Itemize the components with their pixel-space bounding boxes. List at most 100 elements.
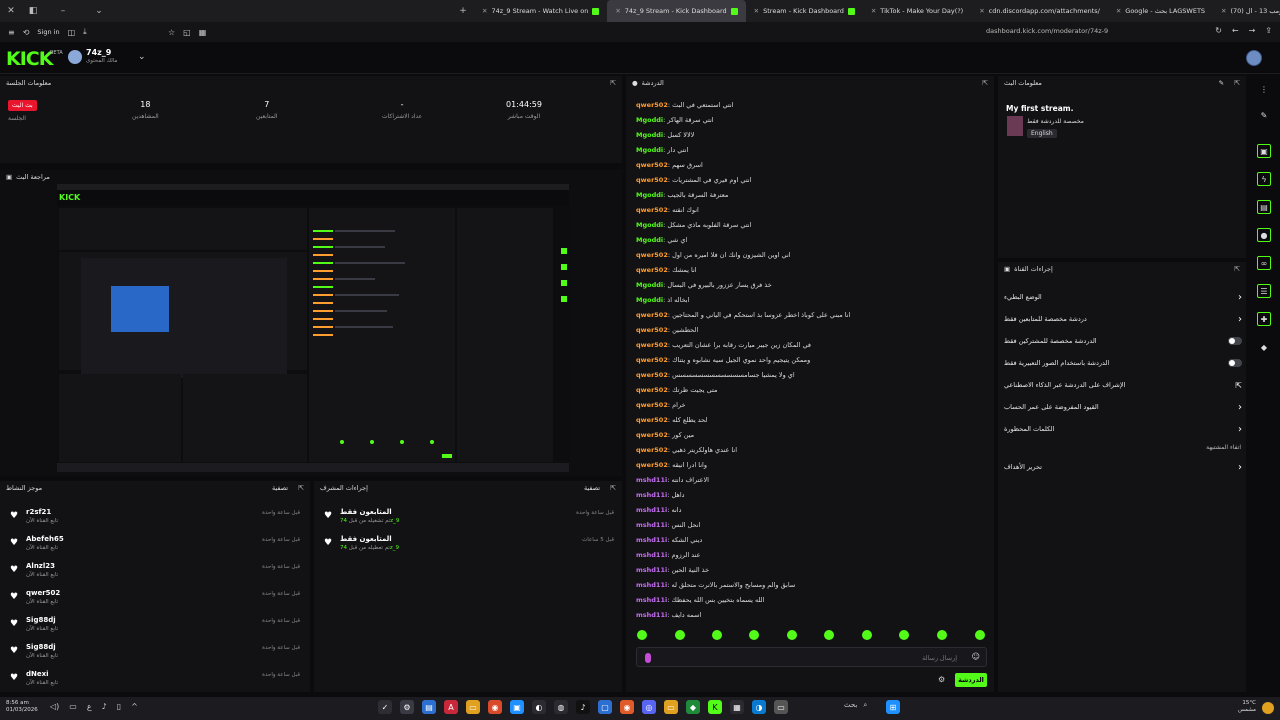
channel-switch-chevron-icon[interactable]: ⌄ (138, 52, 146, 62)
network-icon[interactable]: ▭ (69, 702, 77, 711)
app-icon[interactable]: A (444, 700, 458, 714)
chat-username[interactable]: Mgoddi (636, 221, 663, 229)
edge-app-icon[interactable]: ◑ (752, 700, 766, 714)
app-icon[interactable]: ▢ (598, 700, 612, 714)
app-icon[interactable]: ▣ (510, 700, 524, 714)
settings-app-icon[interactable]: ⚙ (400, 700, 414, 714)
emote-icon[interactable] (824, 630, 834, 640)
chat-username[interactable]: qwer502 (636, 326, 668, 334)
folder-app-icon[interactable]: ▭ (466, 700, 480, 714)
chat-username[interactable]: Mgoddi (636, 281, 663, 289)
chat-username[interactable]: mshd11i (636, 596, 667, 604)
app-icon[interactable]: ✓ (378, 700, 392, 714)
filter-button[interactable]: تصفية (272, 484, 288, 492)
chat-username[interactable]: qwer502 (636, 176, 668, 184)
close-icon[interactable]: ✕ (979, 7, 984, 15)
mic-icon[interactable]: ♪ (102, 702, 107, 711)
document-icon[interactable]: ▤ (1257, 200, 1271, 214)
filter-button[interactable]: تصفية (584, 484, 600, 492)
chat-username[interactable]: mshd11i (636, 476, 667, 484)
account-age-row[interactable]: القيود المفروضة على عمر الحساب › (1004, 396, 1242, 418)
chat-username[interactable]: mshd11i (636, 521, 667, 529)
popout-icon[interactable]: ⇱ (1234, 265, 1240, 273)
back-arrow-icon[interactable]: ← (1232, 26, 1239, 35)
forward-arrow-icon[interactable]: → (1249, 26, 1256, 35)
app-icon[interactable]: ◉ (488, 700, 502, 714)
emote-icon[interactable] (787, 630, 797, 640)
url-field[interactable]: dashboard.kick.com/moderator/74z-9 (986, 27, 1108, 35)
discord-app-icon[interactable]: ◎ (642, 700, 656, 714)
chat-username[interactable]: qwer502 (636, 401, 668, 409)
chat-username[interactable]: mshd11i (636, 491, 667, 499)
more-menu-icon[interactable]: ⋮ (1257, 82, 1271, 96)
chat-username[interactable]: qwer502 (636, 431, 668, 439)
chat-username[interactable]: qwer502 (636, 251, 668, 259)
wrench-icon[interactable]: ✚ (1257, 312, 1271, 326)
popout-icon[interactable]: ⇱ (610, 79, 616, 87)
app-icon[interactable]: ◍ (554, 700, 568, 714)
popout-icon[interactable]: ⇱ (1234, 79, 1240, 87)
close-icon[interactable]: ✕ (615, 7, 620, 15)
lightning-icon[interactable]: ϟ (1257, 172, 1271, 186)
banned-words-row[interactable]: الكلمات المحظورة › (1004, 418, 1242, 440)
close-icon[interactable]: ✕ (1221, 7, 1226, 15)
weather-widget[interactable]: 15°C مشمس (1238, 700, 1256, 714)
chat-username[interactable]: Mgoddi (636, 146, 663, 154)
emotes-only-toggle[interactable] (1228, 359, 1242, 367)
chat-send-button[interactable]: الدردشة (955, 673, 987, 687)
window-menu-icon[interactable]: ✕ (0, 0, 22, 22)
list-icon[interactable]: ☰ (1257, 284, 1271, 298)
add-widget-icon[interactable]: ◆ (1257, 340, 1271, 354)
camera-icon[interactable]: ▣ (1257, 144, 1271, 158)
chat-username[interactable]: Mgoddi (636, 191, 663, 199)
chat-username[interactable]: qwer502 (636, 386, 668, 394)
chat-username[interactable]: Mgoddi (636, 236, 663, 244)
close-icon[interactable]: ✕ (871, 7, 876, 15)
chat-username[interactable]: mshd11i (636, 611, 667, 619)
browser-tab-active[interactable]: ✕ 74z_9 Stream - Kick Dashboard (607, 0, 746, 22)
edit-goals-row[interactable]: تحرير الأهداف › (1004, 456, 1242, 478)
chat-bubble-icon[interactable]: ● (1257, 228, 1271, 242)
collections-icon[interactable]: ▦ (199, 28, 207, 37)
pencil-icon[interactable]: ✎ (1257, 108, 1271, 122)
emote-icon[interactable] (675, 630, 685, 640)
explorer-app-icon[interactable]: ▭ (664, 700, 678, 714)
app-icon[interactable]: ▦ (730, 700, 744, 714)
subscribers-only-toggle[interactable] (1228, 337, 1242, 345)
clock[interactable]: 8:56 am 01/03/2026 (6, 700, 38, 714)
browser-tab[interactable]: ✕ cdn.discordapp.com/attachments/ (971, 0, 1108, 22)
browser-tab[interactable]: ✕ TikTok - Make Your Day(?) (863, 0, 971, 22)
ai-moderation-row[interactable]: الإشراف على الدردشة عبر الذكاء الاصطناعي… (1004, 374, 1242, 396)
new-tab-icon[interactable]: + (452, 0, 474, 22)
emote-icon[interactable] (899, 630, 909, 640)
tiktok-app-icon[interactable]: ♪ (576, 700, 590, 714)
close-icon[interactable]: ✕ (754, 7, 759, 15)
emote-icon[interactable] (937, 630, 947, 640)
chat-input[interactable] (657, 652, 977, 664)
chat-username[interactable]: qwer502 (636, 161, 668, 169)
app-icon[interactable]: ▤ (422, 700, 436, 714)
app-icon[interactable]: ◆ (686, 700, 700, 714)
microphone-icon[interactable] (645, 653, 651, 663)
chat-username[interactable]: qwer502 (636, 266, 668, 274)
popout-icon[interactable]: ⇱ (982, 79, 988, 87)
chat-username[interactable]: qwer502 (636, 341, 668, 349)
battery-icon[interactable]: ▯ (117, 702, 121, 711)
chat-username[interactable]: mshd11i (636, 581, 667, 589)
sign-in-button[interactable]: Sign in (37, 28, 59, 36)
chat-username[interactable]: qwer502 (636, 416, 668, 424)
emote-icon[interactable] (712, 630, 722, 640)
tab-list-chevron-icon[interactable]: ⌄ (88, 0, 110, 22)
chat-username[interactable]: Mgoddi (636, 116, 663, 124)
emoji-picker-icon[interactable]: ☺ (972, 652, 980, 661)
favorite-icon[interactable]: ☆ (168, 28, 175, 37)
chat-username[interactable]: qwer502 (636, 356, 668, 364)
chat-username[interactable]: qwer502 (636, 461, 668, 469)
browser-tab[interactable]: ✕ (70) مسلسل شباب البومب 13 - ال (1213, 0, 1280, 22)
chat-username[interactable]: qwer502 (636, 101, 668, 109)
workspaces-icon[interactable]: ◧ (22, 0, 44, 22)
tray-expand-icon[interactable]: ^ (131, 702, 138, 711)
download-icon[interactable]: ⤓ (83, 27, 87, 37)
app-icon[interactable]: ▭ (774, 700, 788, 714)
minimize-icon[interactable]: – (52, 0, 74, 22)
